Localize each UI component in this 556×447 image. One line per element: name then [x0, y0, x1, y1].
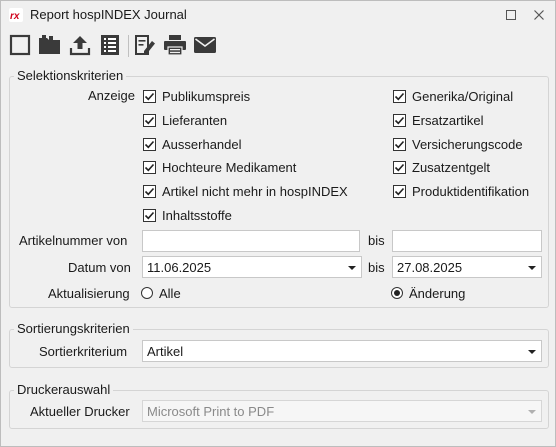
title-bar: rx Report hospINDEX Journal [1, 1, 555, 29]
artikelnummer-from-input[interactable] [142, 230, 360, 252]
checkbox-label: Versicherungscode [412, 136, 523, 152]
artikelnummer-bis-label: bis [368, 233, 385, 248]
checkbox-produktidentifikation[interactable]: Produktidentifikation [393, 182, 529, 200]
radio-alle[interactable]: Alle [141, 284, 181, 302]
anzeige-label: Anzeige [88, 88, 135, 103]
datum-from-picker[interactable]: 11.06.2025 [142, 256, 362, 278]
checkbox-checked-icon [143, 208, 156, 222]
artikelnummer-to-input[interactable] [392, 230, 542, 252]
upload-icon [69, 36, 91, 56]
email-button[interactable] [192, 32, 218, 58]
sortierkriterium-value: Artikel [147, 344, 184, 359]
checkbox-label: Generika/Original [412, 88, 514, 104]
radio-label: Änderung [409, 285, 466, 301]
maximize-button[interactable] [500, 5, 522, 25]
chevron-down-icon [348, 266, 356, 270]
checkbox-publikumspreis[interactable]: Publikumspreis [143, 87, 250, 105]
new-button[interactable] [7, 32, 33, 58]
selection-criteria-title: Selektionskriterien [14, 68, 127, 83]
radio-label: Alle [159, 285, 181, 301]
checkbox-artikel-nicht-mehr[interactable]: Artikel nicht mehr in hospINDEX [143, 182, 348, 200]
checkbox-label: Produktidentifikation [412, 183, 530, 199]
datum-label: Datum von [68, 260, 131, 275]
blank-square-icon [9, 34, 31, 56]
radio-unselected-icon [141, 287, 153, 299]
window-title: Report hospINDEX Journal [30, 7, 187, 22]
printer-value: Microsoft Print to PDF [147, 404, 275, 419]
checkbox-label: Lieferanten [162, 112, 228, 128]
print-button[interactable] [162, 32, 188, 58]
checkbox-checked-icon [143, 184, 156, 198]
sortierkriterium-label: Sortierkriterium [39, 344, 128, 359]
printer-selection-title: Druckerauswahl [14, 382, 114, 397]
checkbox-generika-original[interactable]: Generika/Original [393, 87, 513, 105]
sorting-criteria-title: Sortierungskriterien [14, 321, 133, 336]
checkbox-zusatzentgelt[interactable]: Zusatzentgelt [393, 158, 490, 176]
checkbox-checked-icon [143, 160, 156, 174]
close-button[interactable] [528, 5, 550, 25]
checkbox-checked-icon [143, 137, 156, 151]
printer-icon [164, 35, 186, 56]
checkbox-label: Artikel nicht mehr in hospINDEX [162, 183, 348, 199]
checkbox-label: Ersatzartikel [412, 112, 484, 128]
maximize-icon [506, 10, 516, 20]
checkbox-inhaltsstoffe[interactable]: Inhaltsstoffe [143, 206, 232, 224]
toolbar-separator [128, 35, 129, 57]
checkbox-hochteure-medikament[interactable]: Hochteure Medikament [143, 158, 296, 176]
datum-to-value: 27.08.2025 [397, 260, 463, 275]
checkbox-ausserhandel[interactable]: Ausserhandel [143, 135, 242, 153]
list-button[interactable] [97, 32, 123, 58]
checkbox-checked-icon [393, 160, 406, 174]
checkbox-lieferanten[interactable]: Lieferanten [143, 111, 227, 129]
datum-from-value: 11.06.2025 [147, 260, 212, 275]
sortierkriterium-select[interactable]: Artikel [142, 340, 542, 362]
checkbox-label: Zusatzentgelt [412, 159, 491, 175]
checkbox-versicherungscode[interactable]: Versicherungscode [393, 135, 523, 153]
checkbox-checked-icon [393, 184, 406, 198]
datum-to-picker[interactable]: 27.08.2025 [392, 256, 542, 278]
list-icon [101, 35, 119, 55]
app-logo-text: rx [10, 11, 20, 22]
checkbox-checked-icon [393, 137, 406, 151]
checkbox-label: Publikumspreis [162, 88, 251, 104]
printer-select[interactable]: Microsoft Print to PDF [142, 400, 542, 422]
app-logo-icon: rx [9, 8, 23, 22]
close-icon [534, 10, 544, 20]
datum-bis-label: bis [368, 260, 385, 275]
checkbox-checked-icon [143, 113, 156, 127]
export-button[interactable] [67, 32, 93, 58]
checkbox-checked-icon [143, 89, 156, 103]
toolbar [1, 29, 555, 63]
aktualisierung-label: Aktualisierung [48, 286, 130, 301]
checkbox-label: Ausserhandel [162, 136, 242, 152]
edit-document-icon [135, 35, 155, 55]
open-button[interactable] [37, 32, 63, 58]
artikelnummer-label: Artikelnummer von [19, 233, 128, 248]
chevron-down-icon [528, 410, 536, 414]
radio-selected-icon [391, 287, 403, 299]
checkbox-checked-icon [393, 113, 406, 127]
report-window: rx Report hospINDEX Journal Selektionskr… [0, 0, 556, 447]
chevron-down-icon [528, 350, 536, 354]
aktueller-drucker-label: Aktueller Drucker [30, 404, 130, 419]
envelope-icon [194, 37, 216, 53]
chevron-down-icon [528, 266, 536, 270]
folder-icon [39, 35, 60, 54]
checkbox-label: Inhaltsstoffe [162, 207, 232, 223]
checkbox-ersatzartikel[interactable]: Ersatzartikel [393, 111, 484, 129]
checkbox-checked-icon [393, 89, 406, 103]
edit-button[interactable] [132, 32, 158, 58]
checkbox-label: Hochteure Medikament [162, 159, 297, 175]
radio-aenderung[interactable]: Änderung [391, 284, 465, 302]
